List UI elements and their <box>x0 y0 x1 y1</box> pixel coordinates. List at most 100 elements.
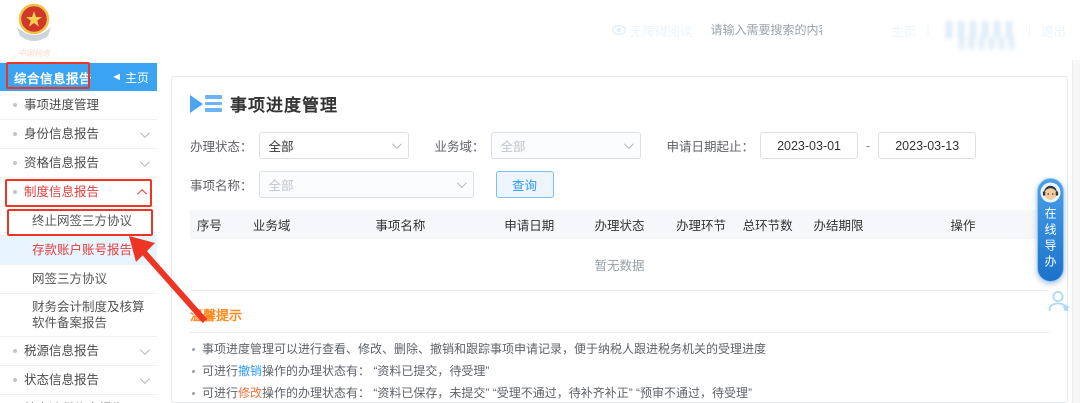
sidebar-item-9[interactable]: 状态信息报告 <box>0 366 157 395</box>
progress-table: 序号业务域事项名称申请日期办理状态办理环节总环节数办结期限操作 暂无数据 <box>190 210 1049 291</box>
table-column-header-3: 申请日期 <box>486 215 572 234</box>
sidebar-item-0[interactable]: 事项进度管理 <box>0 91 157 120</box>
sidebar-category-title: 综合信息报告 <box>14 68 92 87</box>
tip-keyword: 修改 <box>238 386 262 400</box>
query-button[interactable]: 查询 <box>496 171 554 198</box>
chevron-down-icon <box>391 139 401 149</box>
chevron-down-icon <box>623 139 633 149</box>
sidebar-menu: 事项进度管理身份信息报告资格信息报告制度信息报告终止网签三方协议存款账户账号报告… <box>0 91 157 403</box>
bullet-icon <box>13 132 17 136</box>
date-separator: - <box>866 139 870 153</box>
eye-icon <box>612 25 626 35</box>
tip-text: 操作的办理状态有： “资料已提交，待受理” <box>262 364 489 378</box>
tip-item-0: 事项进度管理可以进行查看、修改、删除、撤销和跟踪事项申请记录，便于纳税人跟进税务… <box>190 342 1049 357</box>
sidebar: 综合信息报告 ◄ 主页 事项进度管理身份信息报告资格信息报告制度信息报告终止网签… <box>0 60 157 403</box>
sidebar-item-2[interactable]: 资格信息报告 <box>0 149 157 178</box>
sidebar-item-label: 身份信息报告 <box>24 126 134 142</box>
screen: 中国税务 国家税务总局北京市电子税务局 无障碍阅读 搜索 主页 | | 退出 <box>0 0 1080 403</box>
sidebar-item-label: 存款账户账号报告 <box>32 242 147 258</box>
status-value: 全部 <box>269 136 294 155</box>
sidebar-item-8[interactable]: 税源信息报告 <box>0 337 157 366</box>
site-title: 国家税务总局北京市电子税务局 <box>66 17 381 47</box>
sidebar-item-6[interactable]: 网签三方协议 <box>0 265 157 294</box>
status-label: 办理状态： <box>190 136 253 155</box>
accessibility-label: 无障碍阅读 <box>630 21 693 40</box>
tips-title: 温馨提示 <box>190 305 1049 324</box>
back-arrow-icon: ◄ <box>111 72 122 83</box>
separator: | <box>1028 23 1031 37</box>
tip-keyword: 撤销 <box>238 364 262 378</box>
tax-emblem-logo: 中国税务 <box>12 3 56 57</box>
filter-row-2: 事项名称： 全部 查询 <box>190 171 1049 198</box>
table-column-header-5: 办理环节 <box>667 215 736 234</box>
header-actions: 无障碍阅读 搜索 主页 | | 退出 <box>612 17 1066 43</box>
bullet-icon <box>192 348 195 351</box>
chevron-up-icon <box>137 188 147 198</box>
top-header: 中国税务 国家税务总局北京市电子税务局 无障碍阅读 搜索 主页 | | 退出 <box>0 0 1080 60</box>
sidebar-item-label: 状态信息报告 <box>24 372 134 388</box>
item-name-value: 全部 <box>269 175 294 194</box>
tip-item-2: 可进行修改操作的办理状态有： “资料已保存，未提交” “受理不通过，待补齐补正”… <box>190 386 1049 401</box>
sidebar-item-10[interactable]: 特定涉税信息报告 <box>0 395 157 403</box>
table-header-row: 序号业务域事项名称申请日期办理状态办理环节总环节数办结期限操作 <box>190 210 1049 239</box>
separator: | <box>926 23 929 37</box>
table-column-header-2: 事项名称 <box>315 215 487 234</box>
domain-select[interactable]: 全部 <box>491 132 641 159</box>
table-column-header-1: 业务域 <box>229 215 315 234</box>
table-column-header-7: 办结期限 <box>800 215 877 234</box>
search-input[interactable] <box>702 17 830 43</box>
table-column-header-6: 总环节数 <box>735 215 799 234</box>
online-guide-widget[interactable]: 在线导办 <box>1037 178 1064 282</box>
date-range-label: 申请日期起止： <box>667 136 755 155</box>
sidebar-item-3[interactable]: 制度信息报告 <box>0 178 157 207</box>
page-title: 事项进度管理 <box>230 91 338 116</box>
filters: 办理状态： 全部 业务域： 全部 申请日期起止： 202 <box>190 132 1049 198</box>
accessibility-link[interactable]: 无障碍阅读 <box>612 21 693 40</box>
main-area: 事项进度管理 办理状态： 全部 业务域： 全部 <box>157 60 1080 403</box>
status-select[interactable]: 全部 <box>259 132 409 159</box>
list-arrow-icon <box>190 95 222 113</box>
search-bar: 搜索 <box>702 17 881 43</box>
username-blurred <box>940 21 1018 39</box>
filter-row-1: 办理状态： 全部 业务域： 全部 申请日期起止： 202 <box>190 132 1049 159</box>
sidebar-item-label: 财务会计制度及核算软件备案报告 <box>32 299 147 331</box>
sidebar-item-4[interactable]: 终止网签三方协议 <box>0 207 157 236</box>
logout-link[interactable]: 退出 <box>1041 21 1066 40</box>
tips-section: 温馨提示 事项进度管理可以进行查看、修改、删除、撤销和跟踪事项申请记录，便于纳税… <box>190 305 1049 403</box>
date-to-input[interactable]: 2023-03-13 <box>878 132 976 159</box>
date-from-input[interactable]: 2023-03-01 <box>760 132 858 159</box>
sidebar-home-label: 主页 <box>125 69 149 86</box>
chevron-down-icon <box>140 374 150 384</box>
bullet-icon <box>13 161 17 165</box>
sidebar-item-1[interactable]: 身份信息报告 <box>0 120 157 149</box>
bullet-icon <box>13 349 17 353</box>
item-name-label: 事项名称： <box>190 175 253 194</box>
table-column-header-4: 办理状态 <box>572 215 666 234</box>
bullet-icon <box>192 370 195 373</box>
table-empty-state: 暂无数据 <box>190 239 1049 291</box>
sidebar-item-label: 制度信息报告 <box>24 184 134 200</box>
sidebar-item-label: 网签三方协议 <box>32 271 147 287</box>
item-name-select[interactable]: 全部 <box>259 171 474 198</box>
tips-list: 事项进度管理可以进行查看、修改、删除、撤销和跟踪事项申请记录，便于纳税人跟进税务… <box>190 342 1049 403</box>
chevron-down-icon <box>456 178 466 188</box>
body: 综合信息报告 ◄ 主页 事项进度管理身份信息报告资格信息报告制度信息报告终止网签… <box>0 60 1080 403</box>
domain-value: 全部 <box>501 136 526 155</box>
tip-item-1: 可进行撤销操作的办理状态有： “资料已提交，待受理” <box>190 364 1049 379</box>
sidebar-header: 综合信息报告 ◄ 主页 <box>0 63 157 91</box>
sidebar-item-label: 事项进度管理 <box>24 97 147 113</box>
divider <box>190 332 1049 333</box>
home-link[interactable]: 主页 <box>891 21 916 40</box>
tip-text: 可进行 <box>202 364 238 378</box>
bullet-icon <box>192 392 195 395</box>
scrollbar-track[interactable] <box>1072 60 1080 403</box>
logo-caption: 中国税务 <box>12 50 56 58</box>
sidebar-item-7[interactable]: 财务会计制度及核算软件备案报告 <box>0 294 157 337</box>
search-button[interactable]: 搜索 <box>830 17 881 43</box>
person-star-icon[interactable] <box>1046 288 1072 314</box>
sidebar-home-link[interactable]: ◄ 主页 <box>111 69 149 86</box>
tip-text: 操作的办理状态有： “资料已保存，未提交” “受理不通过，待补齐补正” “预审不… <box>262 386 752 400</box>
online-guide-label: 在线导办 <box>1042 207 1059 271</box>
bullet-icon <box>13 190 17 194</box>
sidebar-item-5[interactable]: 存款账户账号报告 <box>0 236 157 265</box>
